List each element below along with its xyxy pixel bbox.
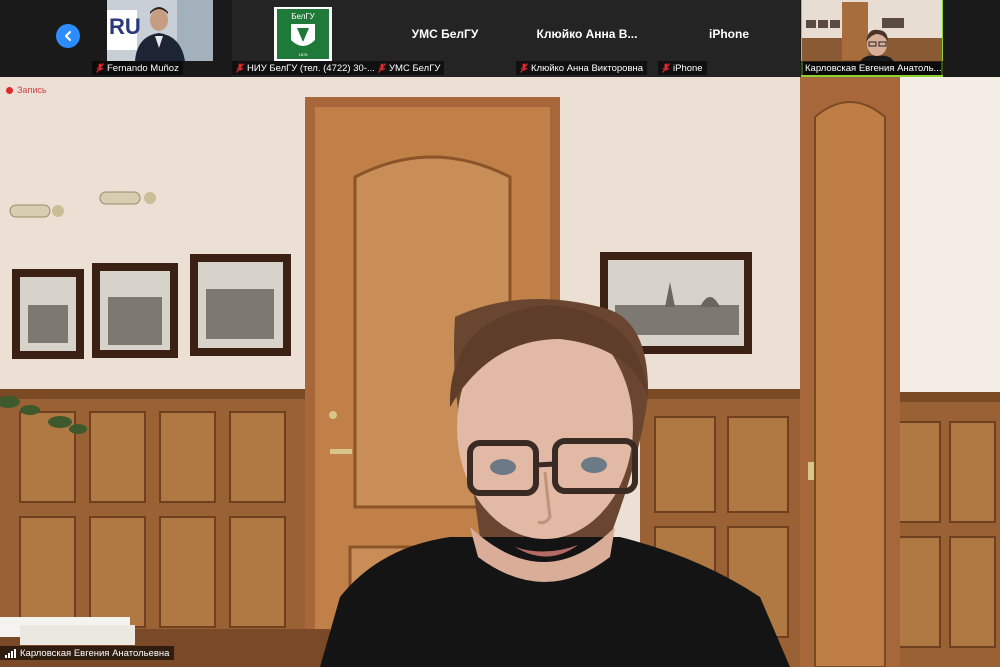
participant-tile-ums-belgu[interactable]: УМС БелГУ УМС БелГУ (374, 0, 516, 77)
participant-tile-niu-belgu[interactable]: БелГУ 1876 НИУ БелГУ (тел. (4722) 30-... (232, 0, 374, 77)
recording-label: Запись (17, 85, 47, 95)
main-video: Запись Карловская Евгения Анатольевна (0, 77, 1000, 667)
participant-tile-fernando[interactable]: RU Fernando Muñoz (92, 0, 232, 77)
participant-video (802, 0, 942, 62)
chevron-left-icon (65, 31, 71, 41)
participant-caption: НИУ БелГУ (тел. (4722) 30-... (232, 61, 374, 75)
participant-caption: Карловская Евгения Анатоль... (801, 61, 943, 75)
svg-text:БелГУ: БелГУ (291, 12, 315, 21)
belgu-logo: БелГУ 1876 (274, 7, 332, 61)
participant-tile-klyuyko[interactable]: Клюйко Анна В... Клюйко Анна Викторовна (516, 0, 658, 77)
svg-text:RU: RU (109, 14, 141, 39)
recording-indicator: Запись (6, 85, 47, 95)
participant-name: Карловская Евгения Анатоль... (805, 62, 942, 74)
svg-text:1876: 1876 (299, 52, 309, 57)
participant-name: Клюйко Анна Викторовна (531, 62, 644, 74)
participant-display-name: УМС БелГУ (411, 27, 479, 41)
participant-caption: Клюйко Анна Викторовна (516, 61, 648, 75)
participant-video: RU (107, 0, 213, 61)
participant-name: НИУ БелГУ (тел. (4722) 30-... (247, 62, 374, 74)
participant-name: УМС БелГУ (389, 62, 441, 74)
main-speaker-name: Карловская Евгения Анатольевна (20, 647, 170, 659)
mic-muted-icon (236, 63, 244, 73)
filmstrip: RU Fernando Muñoz БелГУ 1876 НИУ БелГУ (… (0, 0, 1000, 77)
recording-dot-icon (6, 86, 13, 94)
signal-strength-icon (5, 648, 16, 658)
participant-name: iPhone (673, 62, 703, 74)
participant-display-name: Клюйко Анна В... (536, 27, 638, 41)
participant-tile-iphone[interactable]: iPhone iPhone (658, 0, 800, 77)
participant-tile-karlovskaya[interactable]: Карловская Евгения Анатоль... (801, 0, 943, 77)
participant-caption: УМС БелГУ (374, 61, 445, 75)
filmstrip-prev-button[interactable] (56, 24, 80, 48)
participant-caption: iPhone (658, 61, 707, 75)
mic-muted-icon (378, 63, 386, 73)
participant-name: Fernando Muñoz (107, 62, 179, 74)
mic-muted-icon (96, 63, 104, 73)
participant-caption: Fernando Muñoz (92, 61, 183, 75)
main-speaker-label: Карловская Евгения Анатольевна (0, 646, 175, 660)
participant-display-name: iPhone (708, 27, 749, 41)
mic-muted-icon (520, 63, 528, 73)
mic-muted-icon (662, 63, 670, 73)
speaker-video-frame (0, 77, 1000, 667)
